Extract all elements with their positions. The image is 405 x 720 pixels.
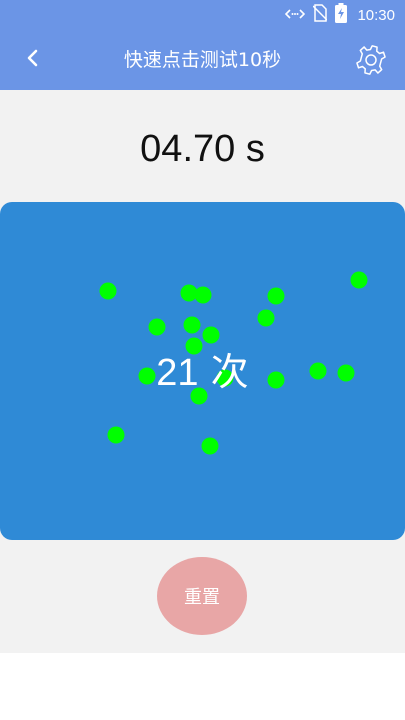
main-content: 04.70 s 21 次 重置 bbox=[0, 90, 405, 653]
tap-count-unit: 次 bbox=[210, 350, 249, 394]
wifi-calling-icon bbox=[285, 6, 306, 25]
tap-dot bbox=[201, 437, 219, 455]
settings-button[interactable] bbox=[355, 44, 387, 76]
tap-dot bbox=[257, 309, 275, 327]
tap-dot bbox=[194, 286, 212, 304]
page-title: 快速点击测试10秒 bbox=[123, 49, 282, 71]
no-sim-icon bbox=[312, 4, 328, 26]
tap-count: 21 次 bbox=[0, 350, 405, 395]
app-bar: 快速点击测试10秒 bbox=[0, 30, 405, 90]
tap-dot bbox=[99, 282, 117, 300]
status-icons: 10:30 bbox=[285, 3, 395, 27]
tap-dot bbox=[107, 426, 125, 444]
tap-area[interactable]: 21 次 bbox=[0, 202, 405, 540]
status-bar: 10:30 bbox=[0, 0, 405, 30]
timer-display: 04.70 s bbox=[140, 128, 265, 170]
reset-button[interactable]: 重置 bbox=[157, 557, 247, 635]
chevron-left-icon bbox=[26, 49, 40, 71]
tap-dot bbox=[202, 326, 220, 344]
tap-count-value: 21 bbox=[156, 352, 199, 394]
battery-charging-icon bbox=[335, 3, 348, 27]
tap-dot bbox=[350, 271, 368, 289]
status-time: 10:30 bbox=[357, 6, 395, 24]
tap-dot bbox=[148, 318, 166, 336]
back-button[interactable] bbox=[18, 46, 48, 74]
tap-dot bbox=[267, 287, 285, 305]
tap-dot bbox=[183, 316, 201, 334]
gear-icon bbox=[355, 45, 387, 80]
